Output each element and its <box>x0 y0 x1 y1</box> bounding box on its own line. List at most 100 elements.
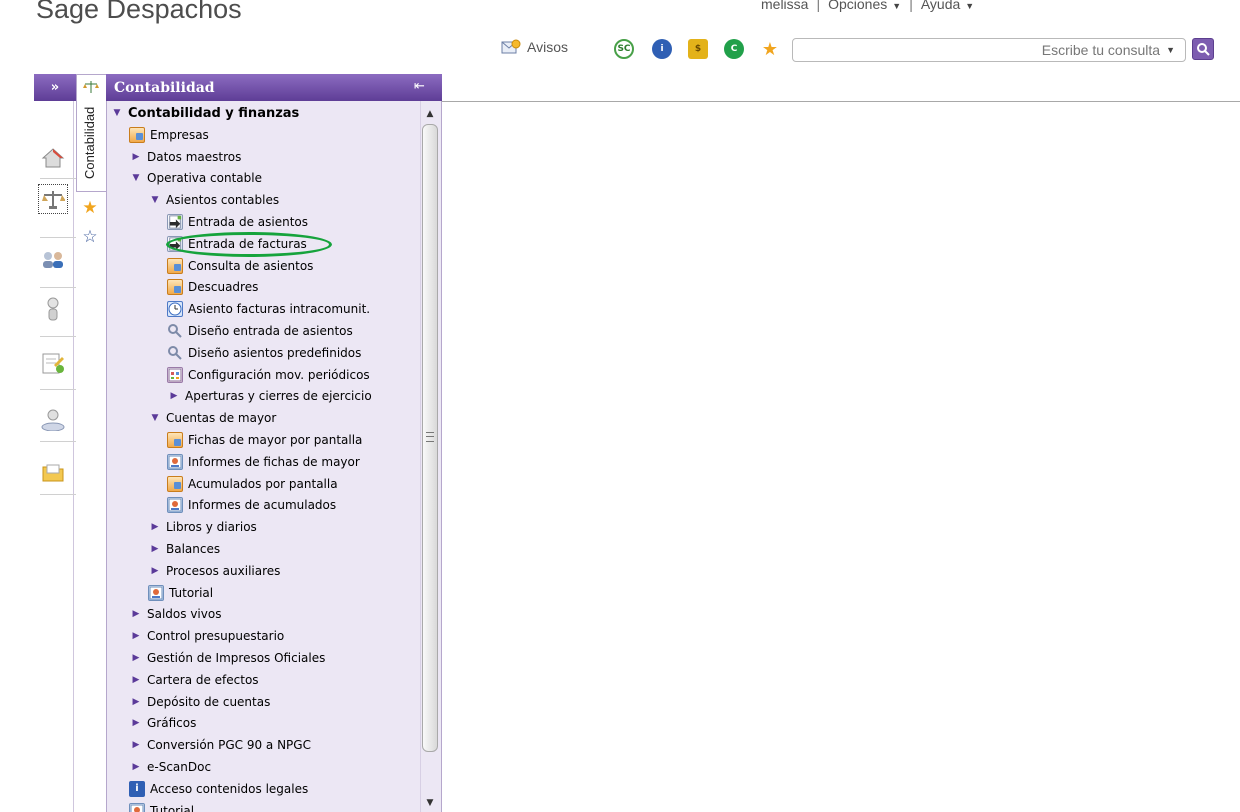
tree-item[interactable]: Asiento facturas intracomunit. <box>167 299 370 319</box>
accounting-scale-icon <box>83 81 99 93</box>
tree-item[interactable]: Acumulados por pantalla <box>167 474 338 494</box>
tree-item-label: Tutorial <box>150 803 195 812</box>
collapsed-triangle-icon[interactable]: ▶ <box>129 718 143 728</box>
wrench-icon <box>167 323 183 339</box>
tree-item-label: Consulta de asientos <box>188 258 314 273</box>
info-icon[interactable]: i <box>652 39 672 59</box>
favorites-star-icon[interactable]: ★ <box>80 198 100 218</box>
search-input[interactable]: Escribe tu consulta ▼ <box>792 38 1186 62</box>
tree-item[interactable]: Diseño asientos predefinidos <box>167 343 361 363</box>
collapsed-triangle-icon[interactable]: ▶ <box>129 762 143 772</box>
tree-item[interactable]: ▶ Gráficos <box>129 713 197 733</box>
collapsed-triangle-icon[interactable]: ▶ <box>148 522 162 532</box>
app-title: Sage Despachos <box>36 0 242 24</box>
tree-item[interactable]: ▶ Libros y diarios <box>148 517 257 537</box>
pin-panel-icon[interactable]: ⇤ <box>414 79 425 94</box>
help-menu[interactable]: Ayuda ▼ <box>921 0 974 12</box>
magnifier-icon <box>1197 43 1210 56</box>
tree-item[interactable]: ▶ Gestión de Impresos Oficiales <box>129 648 326 668</box>
tree-item[interactable]: ▶ Conversión PGC 90 a NPGC <box>129 735 311 755</box>
entry-arrow-icon <box>167 214 183 230</box>
collapsed-triangle-icon[interactable]: ▶ <box>167 391 181 401</box>
scroll-down-icon[interactable]: ▼ <box>424 797 436 809</box>
info-icon: i <box>129 780 145 797</box>
tree-item-label: Operativa contable <box>147 171 262 186</box>
user-name-link[interactable]: melissa <box>761 0 808 12</box>
search-placeholder: Escribe tu consulta <box>1041 42 1161 58</box>
sc-icon[interactable]: SC <box>614 39 634 59</box>
tree-item[interactable]: ▶ Aperturas y cierres de ejercicio <box>167 386 372 406</box>
tree-item[interactable]: i Acceso contenidos legales <box>129 779 308 799</box>
tree-item[interactable]: ▼ Contabilidad y finanzas <box>110 103 300 123</box>
star-outline-icon[interactable]: ☆ <box>80 227 100 247</box>
tree-item[interactable]: ▶ Saldos vivos <box>129 604 222 624</box>
tree-item[interactable]: Informes de acumulados <box>167 495 336 515</box>
options-label: Opciones <box>828 0 888 12</box>
content-area-divider <box>442 101 1240 102</box>
search-button[interactable] <box>1192 38 1214 60</box>
tree-item[interactable]: Tutorial <box>129 801 194 812</box>
tree-item[interactable]: Entrada de asientos <box>167 212 308 232</box>
favorites-star-icon[interactable]: ★ <box>760 39 780 60</box>
collapsed-triangle-icon[interactable]: ▶ <box>129 631 143 641</box>
tree-item-label: Asientos contables <box>166 193 280 208</box>
accounting-scale-icon[interactable] <box>38 184 68 214</box>
collapsed-triangle-icon[interactable]: ▶ <box>129 675 143 685</box>
tree-item[interactable]: ▶ Cartera de efectos <box>129 670 259 690</box>
expanded-triangle-icon[interactable]: ▼ <box>148 413 162 423</box>
expand-rail-button[interactable]: » <box>34 74 76 101</box>
tree-item[interactable]: ▼ Asientos contables <box>148 190 280 210</box>
tree-item[interactable]: Informes de fichas de mayor <box>167 452 360 472</box>
collapsed-triangle-icon[interactable]: ▶ <box>148 566 162 576</box>
scroll-up-icon[interactable]: ▲ <box>424 108 436 120</box>
expanded-triangle-icon[interactable]: ▼ <box>110 108 124 118</box>
expanded-triangle-icon[interactable]: ▼ <box>129 173 143 183</box>
users-icon[interactable] <box>38 245 68 275</box>
collapsed-triangle-icon[interactable]: ▶ <box>129 740 143 750</box>
tree-item-label: Tutorial <box>169 585 214 600</box>
tree-item-label: Procesos auxiliares <box>166 563 281 578</box>
collapsed-triangle-icon[interactable]: ▶ <box>148 544 162 554</box>
help-label: Ayuda <box>920 0 961 12</box>
tree-item-label: Empresas <box>150 127 209 142</box>
documents-icon[interactable] <box>38 348 68 378</box>
tree-item[interactable]: Diseño entrada de asientos <box>167 321 353 341</box>
tree-item-label: Gráficos <box>147 716 197 731</box>
panel-title: Contabilidad <box>114 80 215 96</box>
avisos-label: Avisos <box>527 39 568 55</box>
home-icon[interactable] <box>38 143 68 173</box>
app-window: Sage Despachos melissa | Opciones ▼ | Ayu… <box>0 0 1240 812</box>
tree-item[interactable]: ▶ Balances <box>148 539 221 559</box>
calendar-grid-icon <box>167 366 183 383</box>
user-group-icon[interactable] <box>38 405 68 435</box>
person-icon[interactable] <box>38 294 68 324</box>
collapsed-triangle-icon[interactable]: ▶ <box>129 609 143 619</box>
tree-item[interactable]: Consulta de asientos <box>167 256 313 276</box>
folder-icon[interactable] <box>38 458 68 488</box>
tree-item[interactable]: ▶ e-ScanDoc <box>129 757 212 777</box>
expanded-triangle-icon[interactable]: ▼ <box>148 195 162 205</box>
tree-item[interactable]: Configuración mov. periódicos <box>167 365 370 385</box>
tree-item[interactable]: ▼ Cuentas de mayor <box>148 408 277 428</box>
tree-item[interactable]: ▶ Depósito de cuentas <box>129 692 271 712</box>
tree-item-label: e-ScanDoc <box>147 760 212 774</box>
chevron-down-icon[interactable]: ▼ <box>1166 45 1175 55</box>
tree-item[interactable]: ▶ Control presupuestario <box>129 626 285 646</box>
tree-item[interactable]: Descuadres <box>167 277 258 297</box>
tree-item[interactable]: Empresas <box>129 125 209 145</box>
toolbar: Avisos SC i $ C ★ Escribe tu consulta ▼ <box>0 38 1240 62</box>
collapsed-triangle-icon[interactable]: ▶ <box>129 697 143 707</box>
tree-item[interactable]: Fichas de mayor por pantalla <box>167 430 362 450</box>
tree-item[interactable]: ▼ Operativa contable <box>129 168 262 188</box>
collapsed-triangle-icon[interactable]: ▶ <box>129 653 143 663</box>
c-icon[interactable]: C <box>724 39 744 59</box>
tree-item-label: Acumulados por pantalla <box>188 476 338 491</box>
options-menu[interactable]: Opciones ▼ <box>828 0 901 12</box>
collapsed-triangle-icon[interactable]: ▶ <box>129 152 143 162</box>
tree-item[interactable]: Tutorial <box>148 583 213 603</box>
tree-item[interactable]: ▶ Datos maestros <box>129 147 242 167</box>
tree-item[interactable]: ▶ Procesos auxiliares <box>148 561 281 581</box>
avisos-button[interactable]: Avisos <box>501 39 568 55</box>
coins-icon[interactable]: $ <box>688 39 708 59</box>
tree-item-label: Depósito de cuentas <box>147 694 271 709</box>
